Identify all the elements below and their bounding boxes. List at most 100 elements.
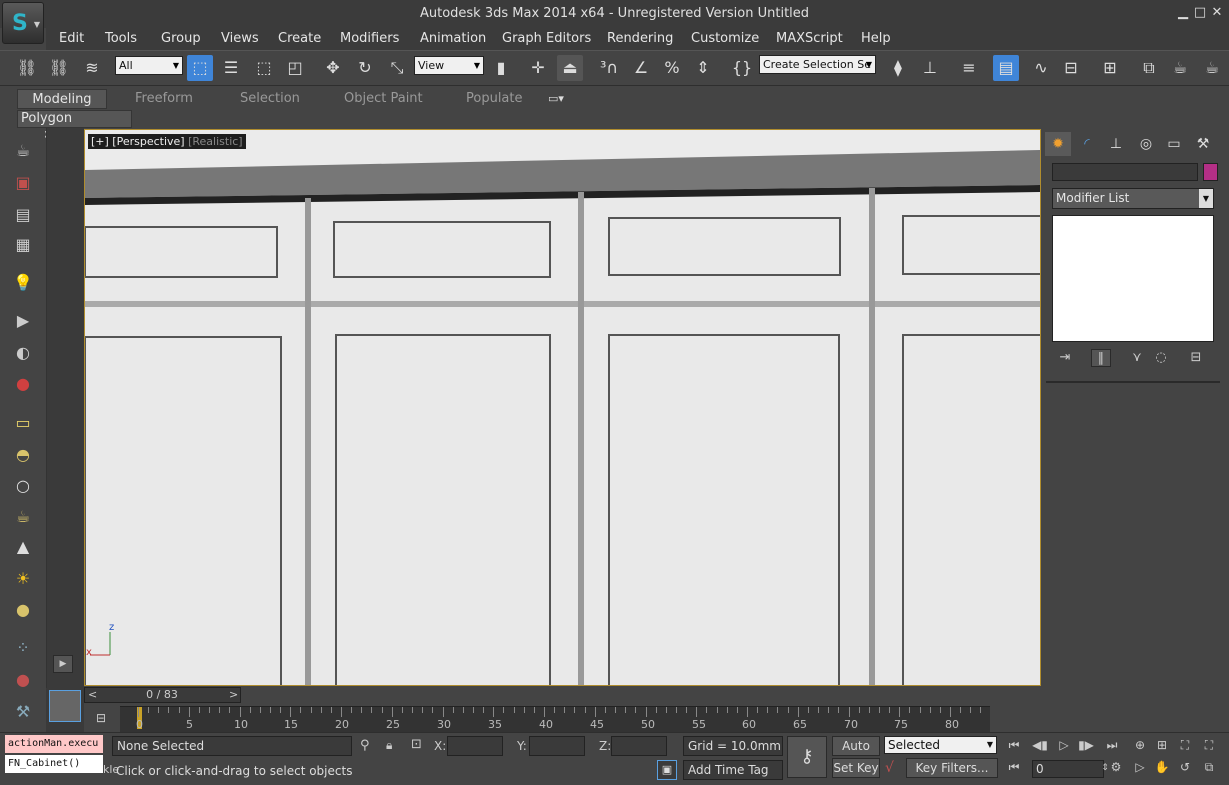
default-tangent-icon[interactable]: √ <box>885 760 894 776</box>
create-tab-icon[interactable]: ✹ <box>1045 132 1071 156</box>
auto-key-button[interactable]: Auto Key <box>832 736 880 771</box>
rectangular-selection-icon[interactable]: ⬚ <box>251 55 277 81</box>
align-icon[interactable]: ⊥ <box>917 55 943 81</box>
camera-icon[interactable]: ▶ <box>11 310 35 332</box>
z-coordinate-field[interactable] <box>611 736 667 756</box>
tab-selection[interactable]: Selection <box>240 89 300 109</box>
lock-selection-icon[interactable]: 🔒︎ <box>386 738 392 753</box>
geosphere-icon[interactable]: ● <box>11 599 35 621</box>
unlink-icon[interactable]: ⛓ <box>46 55 72 81</box>
menu-graph-editors[interactable]: Graph Editors <box>502 31 591 46</box>
perspective-viewport[interactable] <box>84 129 1041 686</box>
pin-stack-icon[interactable]: ⇥ <box>1055 349 1075 367</box>
plane-icon[interactable]: ▭ <box>11 412 35 434</box>
key-mode-toggle-icon[interactable]: ⏮ <box>1004 758 1024 776</box>
menu-customize[interactable]: Customize <box>691 31 759 46</box>
display-tab-icon[interactable]: ▭ <box>1161 132 1187 156</box>
configure-modifier-sets-icon[interactable]: ⊟ <box>1186 349 1206 367</box>
reference-coordinate-dropdown[interactable]: View ▼ <box>414 56 484 75</box>
select-manipulate-icon[interactable]: ✛ <box>525 55 551 81</box>
tab-modeling[interactable]: Modeling <box>17 89 107 109</box>
show-end-result-icon[interactable]: ∥ <box>1091 349 1111 367</box>
minimize-button[interactable]: ▁ <box>1176 5 1190 21</box>
menu-views[interactable]: Views <box>221 31 259 46</box>
tab-populate[interactable]: Populate <box>466 89 523 109</box>
select-and-rotate-icon[interactable]: ↻ <box>352 55 378 81</box>
object-color-swatch[interactable] <box>1203 163 1218 181</box>
window-crossing-icon[interactable]: ◰ <box>282 55 308 81</box>
previous-frame-icon[interactable]: ◀▮ <box>1030 736 1050 754</box>
light-icon[interactable]: 💡 <box>11 272 35 294</box>
zoom-all-icon[interactable]: ⊞ <box>1152 736 1172 754</box>
graphite-ribbon-toggle-icon[interactable]: ▤ <box>993 55 1019 81</box>
angle-snap-icon[interactable]: ∠ <box>628 55 654 81</box>
sphere-half-icon[interactable]: ◐ <box>11 342 35 364</box>
key-filters-button[interactable]: Key Filters... <box>906 758 998 778</box>
select-and-link-icon[interactable]: ⛓ <box>14 55 40 81</box>
rendered-frame-window-icon[interactable]: ☕ <box>1167 55 1193 81</box>
maxscript-listener-input[interactable]: FN_Cabinet() <box>5 755 103 773</box>
percent-snap-icon[interactable]: % <box>659 55 685 81</box>
tab-object-paint[interactable]: Object Paint <box>344 89 423 109</box>
material-icon[interactable]: ▣ <box>11 172 35 194</box>
pan-view-icon[interactable]: ✋ <box>1152 758 1172 776</box>
time-slider-next[interactable]: > <box>229 688 238 701</box>
maximize-button[interactable]: □ <box>1193 5 1207 21</box>
viewport-label[interactable]: [+] [Perspective] [Realistic] <box>88 134 246 149</box>
set-key-button[interactable]: Set Key <box>832 758 880 778</box>
menu-help[interactable]: Help <box>861 31 891 46</box>
maxscript-listener-output[interactable]: actionMan.execu <box>5 735 103 753</box>
select-and-move-icon[interactable]: ✥ <box>320 55 346 81</box>
absolute-mode-icon[interactable]: ⊡ <box>411 737 422 752</box>
current-frame-field[interactable]: 0 <box>1032 760 1104 778</box>
keyboard-shortcut-override-icon[interactable]: ⏏ <box>557 55 583 81</box>
mirror-icon[interactable]: ⧫ <box>885 55 911 81</box>
menu-edit[interactable]: Edit <box>59 31 84 46</box>
remove-modifier-icon[interactable]: ◌ <box>1151 349 1171 367</box>
render-camera-icon[interactable]: ● <box>11 373 35 395</box>
hierarchy-tab-icon[interactable]: ⊥ <box>1103 132 1129 156</box>
zoom-extents-icon[interactable]: ⛶ <box>1175 736 1195 754</box>
zoom-icon[interactable]: ⊕ <box>1130 736 1150 754</box>
particle-icon[interactable]: ⁘ <box>11 637 35 659</box>
hemisphere-icon[interactable]: ◓ <box>11 444 35 466</box>
selection-filter-dropdown[interactable]: All ▼ <box>115 56 183 75</box>
teapot-icon[interactable]: ☕ <box>11 140 35 162</box>
play-icon[interactable]: ▷ <box>1054 736 1074 754</box>
object-name-field[interactable] <box>1052 163 1198 181</box>
track-bar-menu-icon[interactable]: ⊟ <box>96 711 106 725</box>
add-time-tag[interactable]: Add Time Tag <box>683 760 783 780</box>
menu-group[interactable]: Group <box>161 31 201 46</box>
modify-tab-icon[interactable]: ◜ <box>1074 132 1100 156</box>
sphere-icon[interactable]: ○ <box>11 475 35 497</box>
menu-tools[interactable]: Tools <box>105 31 137 46</box>
orbit-icon[interactable]: ↺ <box>1175 758 1195 776</box>
schematic-view-icon[interactable]: ⊟ <box>1058 55 1084 81</box>
pivot-center-icon[interactable]: ▮ <box>488 55 514 81</box>
material-editor-icon[interactable]: ⊞ <box>1097 55 1123 81</box>
x-coordinate-field[interactable] <box>447 736 503 756</box>
set-key-icon[interactable]: ⚷ <box>787 736 827 778</box>
menu-modifiers[interactable]: Modifiers <box>340 31 399 46</box>
edit-named-selection-icon[interactable]: {} <box>729 55 755 81</box>
named-selection-dropdown[interactable]: Create Selection Se ▼ <box>759 55 876 74</box>
polygon-modeling-panel[interactable]: Polygon Modeling <box>17 110 132 142</box>
render-setup-icon[interactable]: ⧉ <box>1136 55 1162 81</box>
table-icon[interactable]: ▦ <box>11 234 35 256</box>
utilities-tab-icon[interactable]: ⚒ <box>1190 132 1216 156</box>
play-expand-icon[interactable]: ▶ <box>53 655 73 673</box>
next-frame-icon[interactable]: ▮▶ <box>1076 736 1096 754</box>
snaps-toggle-icon[interactable]: ³∩ <box>596 55 622 81</box>
make-unique-icon[interactable]: ⋎ <box>1127 349 1147 367</box>
render-production-icon[interactable]: ☕ <box>1199 55 1225 81</box>
key-mode-dropdown[interactable]: Selected ▼ <box>884 736 997 754</box>
isolate-icon[interactable]: ⚲ <box>360 738 370 753</box>
field-of-view-icon[interactable]: ▷ <box>1130 758 1150 776</box>
time-tag-icon[interactable]: ▣ <box>657 760 677 780</box>
helper-icon[interactable]: ⚒ <box>11 701 35 723</box>
curve-editor-icon[interactable]: ∿ <box>1028 55 1054 81</box>
y-coordinate-field[interactable] <box>529 736 585 756</box>
go-to-end-icon[interactable]: ⏭ <box>1102 736 1122 754</box>
bind-to-space-warp-icon[interactable]: ≋ <box>79 55 105 81</box>
maxscript-mini-button[interactable] <box>49 690 81 722</box>
